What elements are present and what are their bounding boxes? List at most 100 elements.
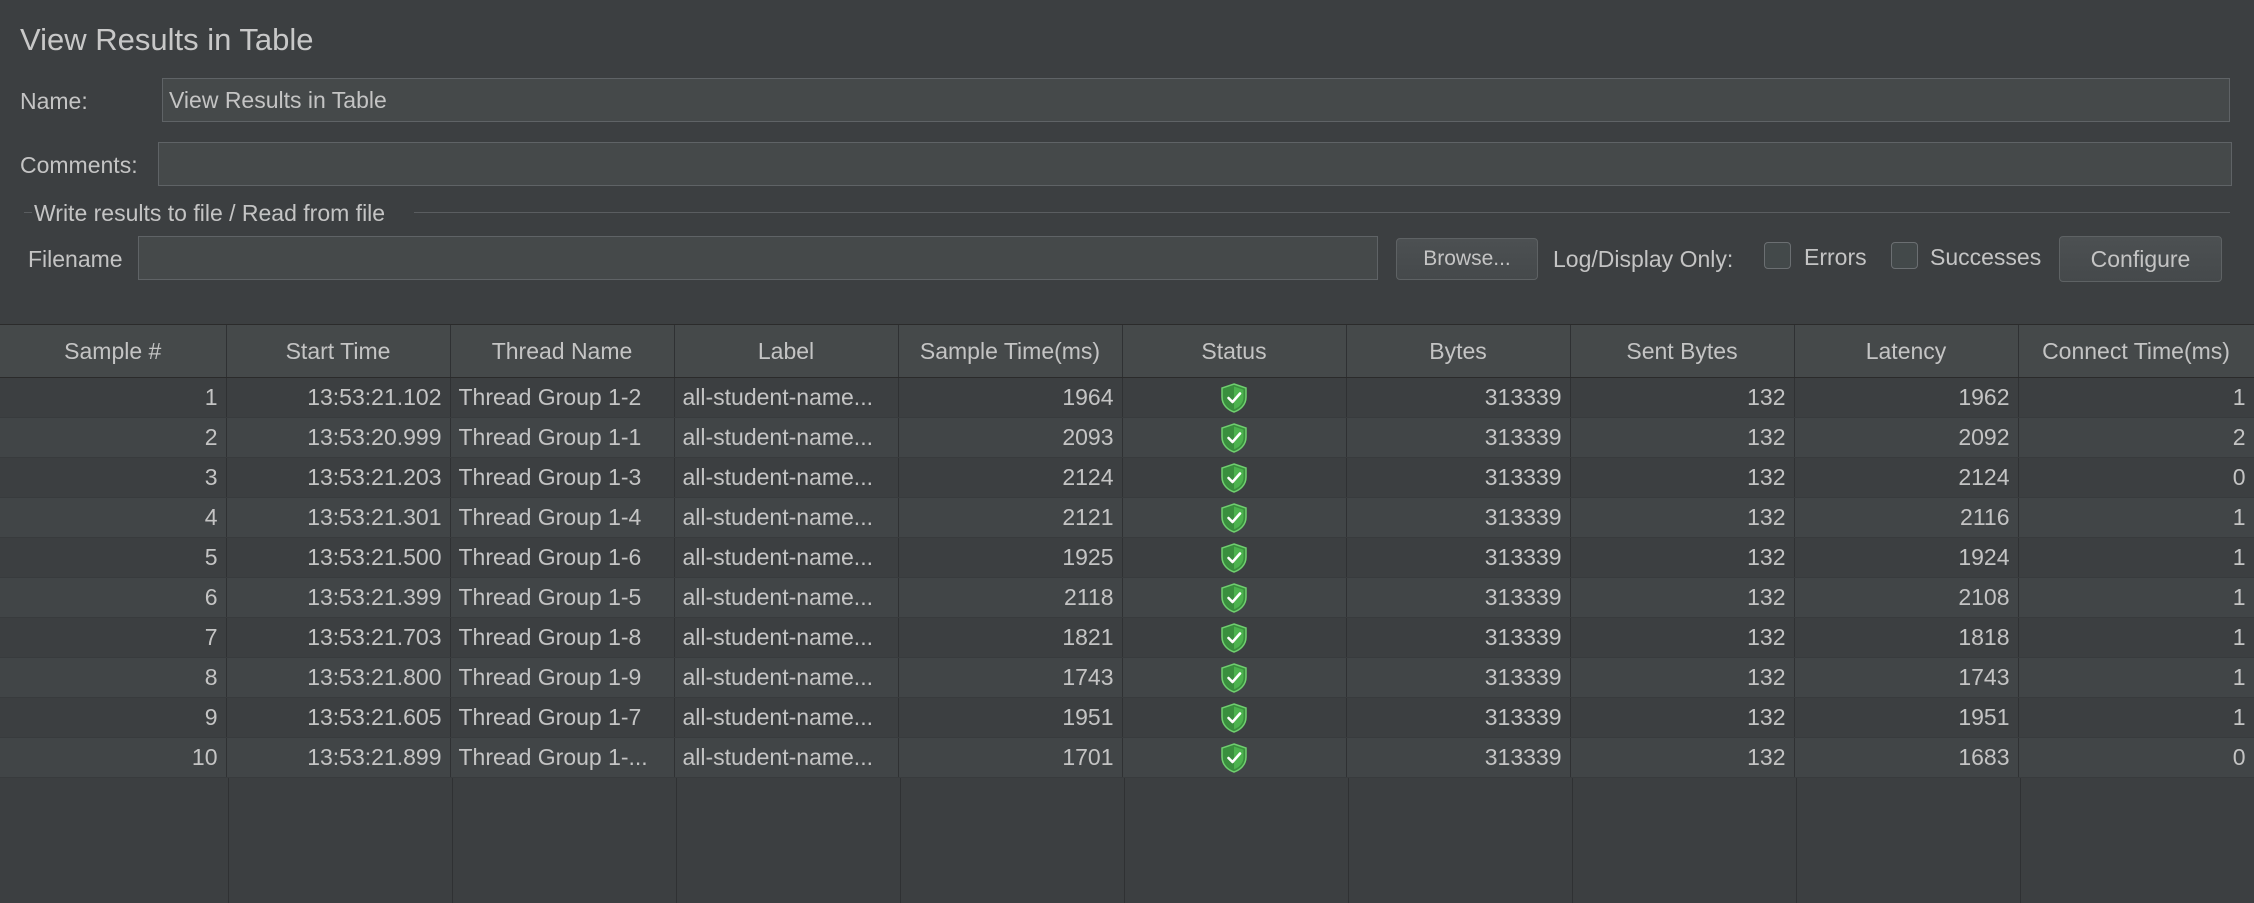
filename-input[interactable]: [138, 236, 1378, 280]
cell-latency: 1962: [1794, 377, 2019, 418]
cell-sample: 8: [0, 657, 227, 698]
success-shield-icon: [1221, 462, 1247, 493]
table-row[interactable]: 4 13:53:21.301 Thread Group 1-4 all-stud…: [0, 497, 2254, 538]
cell-latency: 1951: [1794, 697, 2019, 738]
cell-status: [1122, 697, 1347, 738]
table-row[interactable]: 7 13:53:21.703 Thread Group 1-8 all-stud…: [0, 617, 2254, 658]
column-header-sent-bytes[interactable]: Sent Bytes: [1570, 325, 1795, 378]
cell-start-time: 13:53:21.703: [226, 617, 451, 658]
cell-thread-name: Thread Group 1-5: [450, 577, 675, 618]
cell-status: [1122, 377, 1347, 418]
cell-connect-time: 1: [2018, 577, 2254, 618]
cell-sample: 10: [0, 737, 227, 778]
comments-input[interactable]: [158, 142, 2232, 186]
group-border-left: [24, 212, 32, 213]
cell-sample: 7: [0, 617, 227, 658]
cell-sent-bytes: 132: [1570, 457, 1795, 498]
name-label: Name:: [20, 88, 88, 114]
cell-sent-bytes: 132: [1570, 537, 1795, 578]
success-shield-icon: [1221, 502, 1247, 533]
column-header-start-time[interactable]: Start Time: [226, 325, 451, 378]
cell-bytes: 313339: [1346, 737, 1571, 778]
cell-sample-time: 1951: [898, 697, 1123, 738]
cell-connect-time: 1: [2018, 697, 2254, 738]
cell-sample-time: 1964: [898, 377, 1123, 418]
column-header-sample-time[interactable]: Sample Time(ms): [898, 325, 1123, 378]
cell-status: [1122, 737, 1347, 778]
cell-sample-time: 1925: [898, 537, 1123, 578]
cell-start-time: 13:53:21.800: [226, 657, 451, 698]
group-border: [414, 212, 2230, 213]
column-header-bytes[interactable]: Bytes: [1346, 325, 1571, 378]
configure-button[interactable]: Configure: [2059, 236, 2222, 282]
cell-thread-name: Thread Group 1-7: [450, 697, 675, 738]
cell-label: all-student-name...: [674, 697, 899, 738]
cell-connect-time: 1: [2018, 657, 2254, 698]
table-row[interactable]: 2 13:53:20.999 Thread Group 1-1 all-stud…: [0, 417, 2254, 458]
column-header-connect-time[interactable]: Connect Time(ms): [2018, 325, 2254, 378]
cell-bytes: 313339: [1346, 577, 1571, 618]
cell-sample-time: 2121: [898, 497, 1123, 538]
cell-status: [1122, 457, 1347, 498]
cell-start-time: 13:53:21.102: [226, 377, 451, 418]
column-header-status[interactable]: Status: [1122, 325, 1347, 378]
cell-sample: 5: [0, 537, 227, 578]
cell-bytes: 313339: [1346, 697, 1571, 738]
cell-sample: 4: [0, 497, 227, 538]
cell-bytes: 313339: [1346, 377, 1571, 418]
success-shield-icon: [1221, 702, 1247, 733]
cell-connect-time: 2: [2018, 417, 2254, 458]
cell-start-time: 13:53:21.899: [226, 737, 451, 778]
table-row[interactable]: 10 13:53:21.899 Thread Group 1-... all-s…: [0, 737, 2254, 778]
cell-latency: 1683: [1794, 737, 2019, 778]
cell-thread-name: Thread Group 1-3: [450, 457, 675, 498]
cell-latency: 1743: [1794, 657, 2019, 698]
browse-button[interactable]: Browse...: [1396, 238, 1538, 280]
column-header-latency[interactable]: Latency: [1794, 325, 2019, 378]
cell-start-time: 13:53:21.399: [226, 577, 451, 618]
column-header-sample[interactable]: Sample #: [0, 325, 227, 378]
success-shield-icon: [1221, 662, 1247, 693]
successes-checkbox[interactable]: [1891, 242, 1918, 269]
table-row[interactable]: 6 13:53:21.399 Thread Group 1-5 all-stud…: [0, 577, 2254, 618]
table-row[interactable]: 8 13:53:21.800 Thread Group 1-9 all-stud…: [0, 657, 2254, 698]
table-row[interactable]: 3 13:53:21.203 Thread Group 1-3 all-stud…: [0, 457, 2254, 498]
cell-latency: 1924: [1794, 537, 2019, 578]
cell-sample-time: 1701: [898, 737, 1123, 778]
comments-label: Comments:: [20, 152, 138, 178]
panel-title: View Results in Table: [20, 22, 314, 57]
cell-thread-name: Thread Group 1-6: [450, 537, 675, 578]
cell-sent-bytes: 132: [1570, 657, 1795, 698]
cell-sample: 1: [0, 377, 227, 418]
cell-connect-time: 1: [2018, 617, 2254, 658]
table-row[interactable]: 9 13:53:21.605 Thread Group 1-7 all-stud…: [0, 697, 2254, 738]
cell-bytes: 313339: [1346, 617, 1571, 658]
errors-label: Errors: [1804, 244, 1867, 270]
cell-sent-bytes: 132: [1570, 617, 1795, 658]
cell-sample-time: 1821: [898, 617, 1123, 658]
success-shield-icon: [1221, 622, 1247, 653]
cell-label: all-student-name...: [674, 657, 899, 698]
cell-connect-time: 1: [2018, 377, 2254, 418]
column-header-thread-name[interactable]: Thread Name: [450, 325, 675, 378]
cell-thread-name: Thread Group 1-2: [450, 377, 675, 418]
table-row[interactable]: 5 13:53:21.500 Thread Group 1-6 all-stud…: [0, 537, 2254, 578]
cell-start-time: 13:53:21.301: [226, 497, 451, 538]
errors-checkbox[interactable]: [1764, 242, 1791, 269]
cell-label: all-student-name...: [674, 457, 899, 498]
cell-bytes: 313339: [1346, 417, 1571, 458]
name-input[interactable]: [162, 78, 2230, 122]
filename-label: Filename: [28, 246, 123, 272]
cell-status: [1122, 657, 1347, 698]
cell-connect-time: 1: [2018, 497, 2254, 538]
cell-sent-bytes: 132: [1570, 377, 1795, 418]
cell-status: [1122, 577, 1347, 618]
column-header-label[interactable]: Label: [674, 325, 899, 378]
cell-sample: 3: [0, 457, 227, 498]
success-shield-icon: [1221, 742, 1247, 773]
cell-sent-bytes: 132: [1570, 697, 1795, 738]
table-row[interactable]: 1 13:53:21.102 Thread Group 1-2 all-stud…: [0, 377, 2254, 418]
cell-start-time: 13:53:21.203: [226, 457, 451, 498]
cell-label: all-student-name...: [674, 417, 899, 458]
results-table[interactable]: Sample # Start Time Thread Name Label Sa…: [0, 324, 2254, 903]
